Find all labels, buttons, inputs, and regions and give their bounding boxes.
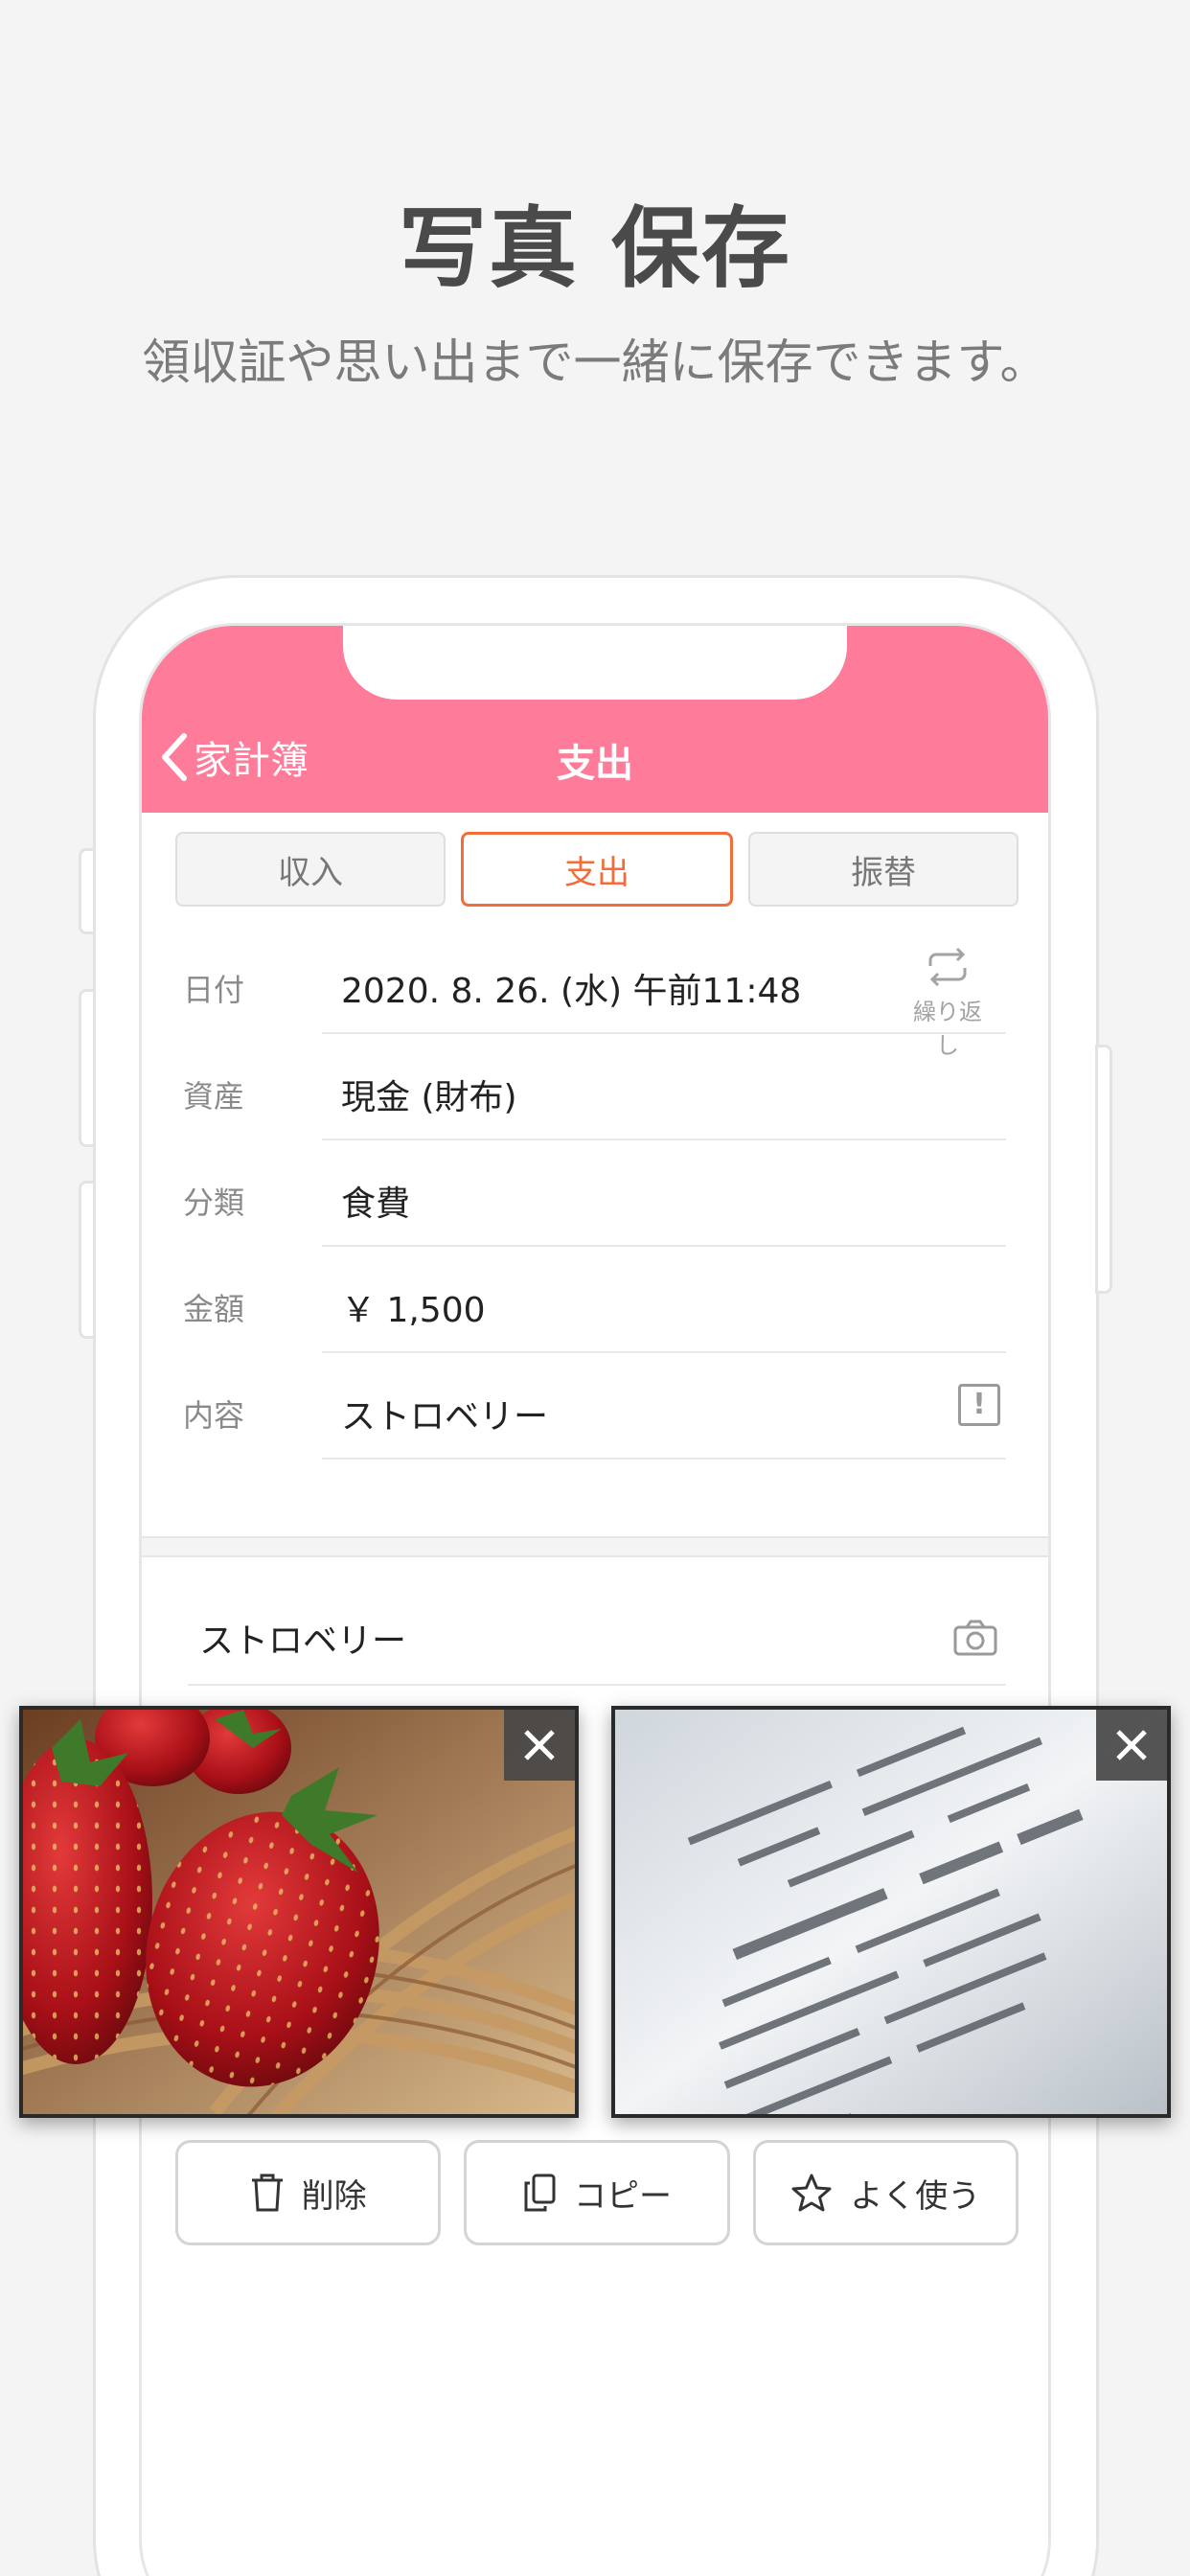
content-row[interactable]: 内容 ストロベリー ! (142, 1353, 1048, 1460)
promo-subtitle: 領収証や思い出まで一緒に保存できます。 (142, 334, 1048, 390)
phone-notch (343, 626, 847, 700)
copy-button[interactable]: コピー (464, 2140, 730, 2245)
entry-form: 日付 2020. 8. 26. (水) 午前11:48 繰り返し 資産 現金 (… (142, 928, 1048, 1460)
memo-field[interactable]: ストロベリー (199, 1613, 406, 1663)
type-segmented-control: 収入 支出 振替 (175, 832, 1018, 907)
category-row[interactable]: 分類 食費 (142, 1140, 1048, 1247)
remove-photo-button[interactable] (504, 1710, 575, 1781)
content-label: 内容 (183, 1397, 245, 1434)
delete-button[interactable]: 削除 (175, 2140, 442, 2245)
exclamation-icon[interactable]: ! (958, 1384, 1000, 1426)
divider (188, 1684, 1006, 1686)
nav-bar: 家計簿 支出 (142, 626, 1048, 813)
receipt-photo[interactable] (611, 1706, 1171, 2118)
camera-icon[interactable] (952, 1619, 998, 1661)
trash-icon (251, 2174, 283, 2212)
asset-label: 資産 (183, 1078, 245, 1115)
segment-transfer[interactable]: 振替 (748, 832, 1018, 907)
phone-power-button (1095, 1045, 1112, 1294)
delete-label: 削除 (301, 2176, 367, 2216)
category-label: 分類 (183, 1184, 245, 1221)
content-value[interactable]: ストロベリー (341, 1389, 548, 1438)
asset-value[interactable]: 現金 (財布) (341, 1070, 517, 1119)
category-value[interactable]: 食費 (341, 1176, 410, 1226)
divider (322, 1458, 1006, 1460)
phone-volume-down (79, 1181, 96, 1339)
favorite-button[interactable]: よく使う (752, 2140, 1018, 2245)
copy-icon (524, 2174, 556, 2212)
action-buttons: 削除 コピー よく使う (175, 2140, 1018, 2245)
asset-row[interactable]: 資産 現金 (財布) (142, 1034, 1048, 1140)
date-value[interactable]: 2020. 8. 26. (水) 午前11:48 (341, 963, 801, 1013)
remove-photo-button[interactable] (1096, 1710, 1167, 1781)
amount-row[interactable]: 金額 ￥ 1,500 (142, 1247, 1048, 1353)
star-icon (791, 2174, 832, 2212)
repeat-icon (928, 947, 967, 987)
strawberries-photo[interactable] (19, 1706, 579, 2118)
segment-expense[interactable]: 支出 (461, 832, 733, 907)
phone-mute-switch (79, 848, 96, 934)
receipt-image (615, 1710, 1167, 2114)
close-icon (1116, 1730, 1147, 1760)
strawberries-image (23, 1710, 575, 2114)
promo-title: 写真 保存 (398, 197, 792, 300)
section-divider (142, 1536, 1048, 1557)
amount-value[interactable]: ￥ 1,500 (341, 1282, 486, 1332)
segment-income[interactable]: 収入 (175, 832, 446, 907)
date-row[interactable]: 日付 2020. 8. 26. (水) 午前11:48 繰り返し (142, 928, 1048, 1059)
amount-label: 金額 (183, 1291, 245, 1327)
favorite-label: よく使う (850, 2176, 981, 2216)
copy-label: コピー (573, 2176, 672, 2216)
phone-volume-up (79, 989, 96, 1147)
nav-title: 支出 (557, 742, 633, 786)
app-screen: 家計簿 支出 収入 支出 振替 日付 2020. 8. 26. (水) 午前11… (139, 623, 1051, 2576)
date-label: 日付 (183, 972, 245, 1008)
close-icon (524, 1730, 555, 1760)
